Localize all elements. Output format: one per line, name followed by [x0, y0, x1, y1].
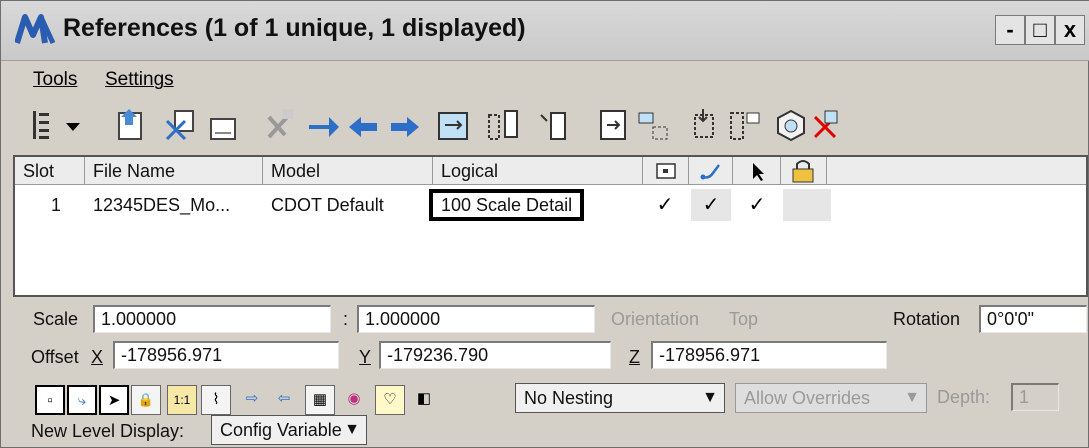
display-toggle-icon[interactable]: ▫ [35, 385, 65, 415]
row-logical[interactable]: 100 Scale Detail [429, 189, 585, 221]
rotate-reference-icon[interactable] [387, 105, 423, 145]
scale-input-2[interactable]: 1.000000 [357, 305, 595, 333]
level-display-select-value: Config Variable [220, 420, 342, 440]
depth-label: Depth: [937, 387, 991, 407]
light-bulb-icon[interactable]: ♡ [375, 385, 405, 415]
delete-reference-icon[interactable] [809, 105, 845, 145]
row-display-check[interactable]: ✓ [645, 189, 685, 221]
lock-toggle-icon[interactable]: 🔒 [131, 385, 161, 415]
orientation-value: Top [729, 309, 759, 329]
attach-reference-icon[interactable] [113, 105, 149, 145]
close-button[interactable]: x [1055, 15, 1085, 45]
offset-x-input[interactable]: -178956.971 [113, 341, 339, 369]
raster-icon[interactable]: ▦ [305, 385, 335, 415]
scale-separator: : [343, 309, 349, 329]
window-title: References (1 of 1 unique, 1 displayed) [63, 14, 526, 42]
column-header-lock-icon[interactable] [781, 157, 827, 185]
references-list[interactable]: Slot File Name Model Logical 1 12345DES_… [13, 155, 1088, 297]
locate-toggle-icon[interactable]: ➤ [99, 385, 129, 415]
row-slot: 1 [51, 195, 62, 215]
scale-input-1[interactable]: 1.000000 [93, 305, 331, 333]
rotation-input[interactable]: 0°0'0" [979, 305, 1087, 333]
snap-toggle-icon[interactable]: ⤷ [67, 385, 97, 415]
scale-reference-icon[interactable] [345, 105, 381, 145]
chevron-down-icon: ▼ [904, 389, 920, 406]
column-header-slot[interactable]: Slot [15, 157, 85, 185]
depth-input[interactable]: 1 [1011, 383, 1059, 411]
menu-bar: Tools Settings [1, 63, 1089, 97]
level-display-label: New Level Display: [31, 421, 185, 441]
reference-toolbar [1, 99, 1089, 153]
chevron-down-icon: ▼ [702, 389, 718, 406]
title-bar[interactable]: References (1 of 1 unique, 1 displayed) … [1, 1, 1089, 61]
move-reference-icon[interactable] [305, 105, 341, 145]
nesting-select[interactable]: No Nesting ▼ [515, 383, 725, 413]
list-header: Slot File Name Model Logical [15, 157, 1086, 185]
mirror-horizontal-icon[interactable] [485, 105, 521, 145]
rotation-label: Rotation [893, 309, 961, 329]
column-header-model[interactable]: Model [263, 157, 433, 185]
menu-settings[interactable]: Settings [105, 69, 174, 91]
maximize-button[interactable]: □ [1025, 15, 1055, 45]
row-file-name: 12345DES_Mo... [93, 195, 231, 215]
clip-mask-icon[interactable] [635, 105, 671, 145]
offset-z-label: Z [629, 347, 640, 367]
plot-icon[interactable]: ◉ [339, 385, 369, 415]
offset-y-input[interactable]: -179236.790 [379, 341, 611, 369]
column-header-file-name[interactable]: File Name [85, 157, 263, 185]
column-header-snap-icon[interactable] [689, 157, 733, 185]
offset-z-input[interactable]: -178956.971 [651, 341, 887, 369]
minimize-button[interactable]: - [995, 15, 1025, 45]
treat-as-element-icon[interactable]: ⇨ [237, 385, 267, 415]
clip-back-icon[interactable] [773, 105, 809, 145]
menu-tools[interactable]: Tools [33, 69, 77, 91]
offset-y-label: Y [359, 347, 372, 367]
scale-line-styles-icon[interactable]: ⌇ [201, 385, 231, 415]
merge-icon[interactable] [435, 105, 471, 145]
row-lock-check[interactable] [783, 189, 831, 221]
row-snap-check[interactable]: ✓ [691, 189, 731, 221]
column-header-display-icon[interactable] [643, 157, 689, 185]
notes-icon[interactable]: ◧ [409, 385, 439, 415]
true-scale-icon[interactable]: 1:1 [167, 385, 197, 415]
column-header-locate-icon[interactable] [733, 157, 781, 185]
row-model: CDOT Default [271, 195, 384, 215]
table-row[interactable]: 1 12345DES_Mo... CDOT Default 100 Scale … [15, 189, 1086, 221]
reload-reference-icon[interactable] [205, 105, 241, 145]
dropdown-arrow-icon[interactable] [63, 105, 83, 145]
ignore-attach-icon[interactable]: ⇦ [269, 385, 299, 415]
tree-view-icon[interactable] [27, 105, 63, 145]
exchange-icon[interactable] [263, 105, 299, 145]
orientation-label: Orientation [611, 309, 700, 329]
scale-label: Scale [33, 309, 79, 329]
overrides-select-value: Allow Overrides [744, 388, 871, 408]
clip-boundary-icon[interactable] [595, 105, 631, 145]
detach-reference-icon[interactable] [163, 105, 199, 145]
references-window: References (1 of 1 unique, 1 displayed) … [0, 0, 1089, 448]
offset-x-label: X [91, 347, 104, 367]
clip-delete-icon[interactable] [685, 105, 721, 145]
clip-front-icon[interactable] [727, 105, 763, 145]
overrides-select[interactable]: Allow Overrides ▼ [735, 383, 927, 413]
offset-label: Offset [31, 347, 79, 367]
mirror-vertical-icon[interactable] [535, 105, 571, 145]
nesting-select-value: No Nesting [524, 388, 614, 408]
level-display-select[interactable]: Config Variable ▼ [211, 415, 367, 445]
microstation-logo-icon [15, 14, 55, 45]
chevron-down-icon: ▼ [344, 421, 360, 438]
row-locate-check[interactable]: ✓ [737, 189, 777, 221]
column-header-logical[interactable]: Logical [433, 157, 643, 185]
